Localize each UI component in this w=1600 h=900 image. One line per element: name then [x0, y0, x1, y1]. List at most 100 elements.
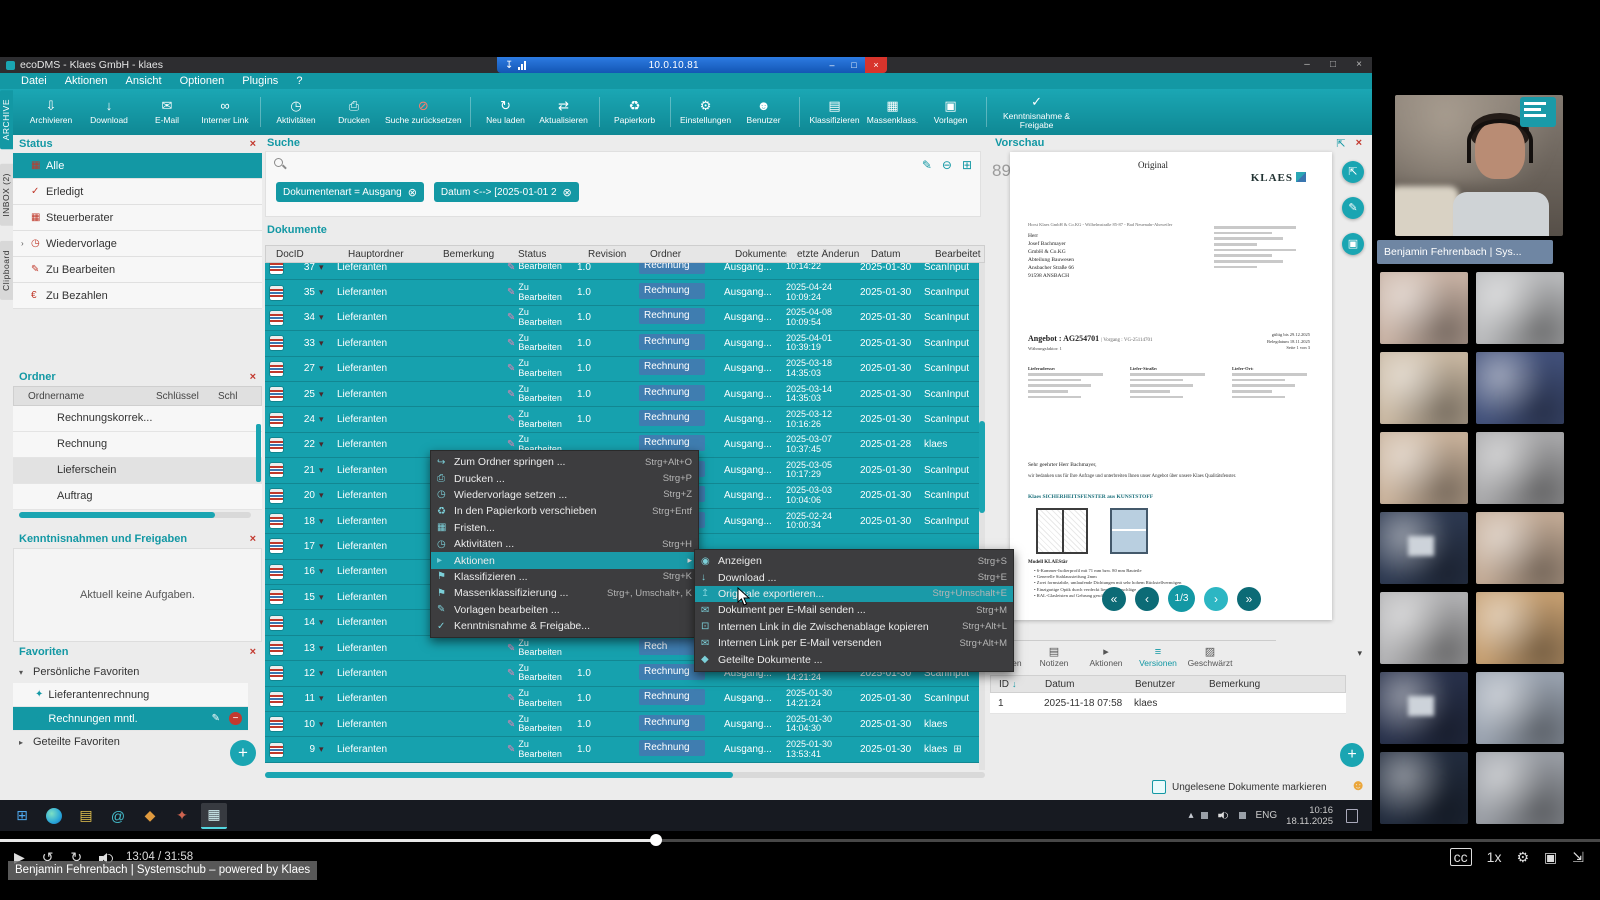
maximize-icon[interactable]: □ [1320, 57, 1346, 73]
onedrive-icon[interactable] [1239, 812, 1246, 819]
table-hscrollbar[interactable] [265, 772, 985, 778]
table-row[interactable]: 25▾Lieferanten✎Zu Bearbeiten1.0RechnungA… [265, 382, 985, 407]
table-row[interactable]: 11▾Lieferanten✎Zu Bearbeiten1.0RechnungA… [265, 687, 985, 712]
start-icon[interactable]: ⊞ [9, 803, 35, 829]
row-expander-icon[interactable]: ▾ [319, 490, 324, 500]
row-expander-icon[interactable]: ▾ [319, 541, 324, 551]
column-header-dokumentenar[interactable]: Dokumentenar [725, 249, 787, 260]
tabs-overflow-icon[interactable]: ▾ [1357, 648, 1362, 659]
row-expander-icon[interactable]: ▾ [319, 389, 324, 399]
menu-item-aktivitäten[interactable]: ◷Aktivitäten ...Strg+H [431, 536, 698, 552]
app-b-icon[interactable]: ✦ [169, 803, 195, 829]
ordner-close-icon[interactable]: × [250, 371, 256, 383]
smiley-icon[interactable]: ☻ [1350, 777, 1366, 794]
favorite-item-rechnungen-mntl[interactable]: ✦Rechnungen mntl.✎− [13, 707, 248, 731]
row-expander-icon[interactable]: ▾ [319, 719, 324, 729]
toolbar-vorlagen[interactable]: ▣Vorlagen [924, 91, 978, 133]
menu-item-aktionen[interactable]: ▸Aktionen▸ [431, 552, 698, 568]
pin-icon[interactable]: ↧ [505, 60, 513, 71]
table-row[interactable]: 34▾Lieferanten✎Zu Bearbeiten1.0RechnungA… [265, 306, 985, 331]
table-row[interactable]: 10▾Lieferanten✎Zu Bearbeiten1.0RechnungA… [265, 712, 985, 737]
collapse-search-icon[interactable]: ⊖ [942, 158, 952, 172]
folder-item-rechnungskorrek[interactable]: Rechnungskorrek... [13, 406, 262, 432]
row-expander-icon[interactable]: ▾ [319, 744, 324, 754]
folder-item-lieferschein[interactable]: Lieferschein [13, 458, 262, 484]
menu-item-download[interactable]: ↓Download ...Strg+E [695, 569, 1013, 585]
ordner-hscrollbar[interactable] [19, 512, 251, 518]
row-expander-icon[interactable]: ▾ [319, 617, 324, 627]
row-expander-icon[interactable]: ▾ [319, 414, 324, 424]
row-expander-icon[interactable]: ▾ [319, 566, 324, 576]
row-expander-icon[interactable]: ▾ [319, 592, 324, 602]
language-indicator[interactable]: ENG [1255, 810, 1277, 821]
column-header-bemerkung[interactable]: Bemerkung [433, 249, 508, 260]
close-icon[interactable]: × [1346, 57, 1372, 73]
ecodms-icon[interactable]: ▦ [201, 803, 227, 829]
toolbar-klassifizieren[interactable]: ▤Klassifizieren [808, 91, 862, 133]
status-item-zu-bezahlen[interactable]: €Zu Bezahlen [13, 283, 262, 309]
settings-button[interactable]: ⚙ [1516, 849, 1529, 867]
menu-item-geteilte-dokumente[interactable]: ◆Geteilte Dokumente ... [695, 651, 1013, 667]
row-expander-icon[interactable]: ▾ [319, 312, 324, 322]
status-item-zu-bearbeiten[interactable]: ✎Zu Bearbeiten [13, 257, 262, 283]
notification-icon[interactable] [1346, 809, 1358, 823]
menu-item-drucken[interactable]: ⎙Drucken ...Strg+P [431, 470, 698, 486]
tab-aktionen[interactable]: ▸Aktionen [1080, 641, 1132, 673]
toolbar-einstellungen[interactable]: ⚙Einstellungen [679, 91, 733, 133]
menu-[interactable]: ? [287, 75, 311, 87]
menu-item-in-den-papierkorb-verschieben[interactable]: ♻In den Papierkorb verschiebenStrg+Entf [431, 503, 698, 519]
taskbar-clock[interactable]: 10:16 18.11.2025 [1286, 805, 1333, 827]
panel-button[interactable]: ▣ [1342, 233, 1364, 255]
row-expander-icon[interactable]: ▾ [319, 439, 324, 449]
menu-item-massenklassifizierung[interactable]: ⚑Massenklassifizierung ...Strg+, Umschal… [431, 585, 698, 601]
add-version-button[interactable]: + [1340, 743, 1364, 767]
remove-chip-icon[interactable]: ⊗ [563, 186, 572, 199]
ordner-col-1[interactable]: Schlüssel [156, 391, 218, 402]
menu-item-anzeigen[interactable]: ◉AnzeigenStrg+S [695, 553, 1013, 569]
toolbar-neu-laden[interactable]: ↻Neu laden [479, 91, 533, 133]
tab-versionen[interactable]: ≡Versionen [1132, 641, 1184, 673]
toolbar-aktivitäten[interactable]: ◷Aktivitäten [269, 91, 323, 133]
table-row[interactable]: 9▾Lieferanten✎Zu Bearbeiten1.0RechnungAu… [265, 737, 985, 762]
side-tab-inbox-2[interactable]: INBOX (2) [0, 164, 13, 226]
preview-close-icon[interactable]: × [1356, 137, 1362, 150]
pip-button[interactable]: ▣ [1544, 849, 1557, 867]
version-col-id[interactable]: ID↓ [991, 679, 1037, 690]
edit-button[interactable]: ✎ [1342, 197, 1364, 219]
toolbar-papierkorb[interactable]: ♻Papierkorb [608, 91, 662, 133]
filter-chip[interactable]: Dokumentenart = Ausgang⊗ [276, 182, 424, 202]
status-item-erledigt[interactable]: ✓Erledigt [13, 179, 262, 205]
row-expander-icon[interactable]: ▾ [319, 263, 324, 272]
tab-geschwärzt[interactable]: ▨Geschwärzt [1184, 641, 1236, 673]
rdp-close-icon[interactable]: × [865, 57, 887, 73]
remove-favorite-icon[interactable]: − [229, 712, 242, 725]
menu-optionen[interactable]: Optionen [171, 75, 234, 87]
row-expander-icon[interactable]: ▾ [319, 465, 324, 475]
rdp-minimize-icon[interactable]: – [821, 57, 843, 73]
chevron-up-icon[interactable]: ▴ [1188, 810, 1193, 821]
column-header-revision[interactable]: Revision [578, 249, 640, 260]
toolbar-aktualisieren[interactable]: ⇄Aktualisieren [537, 91, 591, 133]
toolbar-massenklass[interactable]: ▦Massenklass. [866, 91, 920, 133]
table-row[interactable]: 35▾Lieferanten✎Zu Bearbeiten1.0RechnungA… [265, 280, 985, 305]
column-header-ordner[interactable]: Ordner [640, 249, 725, 260]
prev-page-button[interactable]: ‹ [1135, 587, 1159, 611]
side-tab-archive[interactable]: ARCHIVE [0, 90, 13, 149]
row-expander-icon[interactable]: ▾ [319, 643, 324, 653]
column-header-hauptordner[interactable]: Hauptordner [338, 249, 433, 260]
favorite-item-lieferantenrechnung[interactable]: ✦Lieferantenrechnung [13, 683, 248, 707]
progress-knob[interactable] [650, 834, 662, 846]
side-tab-clipboard[interactable]: Clipboard [0, 241, 13, 300]
mail-icon[interactable]: @ [105, 803, 131, 829]
status-item-steuerberater[interactable]: ▦Steuerberater [13, 205, 262, 231]
edit-search-icon[interactable]: ✎ [922, 158, 932, 172]
menu-item-wiedervorlage-setzen[interactable]: ◷Wiedervorlage setzen ...Strg+Z [431, 487, 698, 503]
open-external-icon[interactable]: ⇱ [1336, 137, 1345, 150]
favorites-close-icon[interactable]: × [250, 646, 256, 658]
version-col-benutzer[interactable]: Benutzer [1127, 679, 1201, 690]
menu-aktionen[interactable]: Aktionen [56, 75, 117, 87]
toolbar-benutzer[interactable]: ☻Benutzer [737, 91, 791, 133]
table-row[interactable]: 27▾Lieferanten✎Zu Bearbeiten1.0RechnungA… [265, 357, 985, 382]
rdp-restore-icon[interactable]: □ [843, 57, 865, 73]
row-expander-icon[interactable]: ▾ [319, 363, 324, 373]
